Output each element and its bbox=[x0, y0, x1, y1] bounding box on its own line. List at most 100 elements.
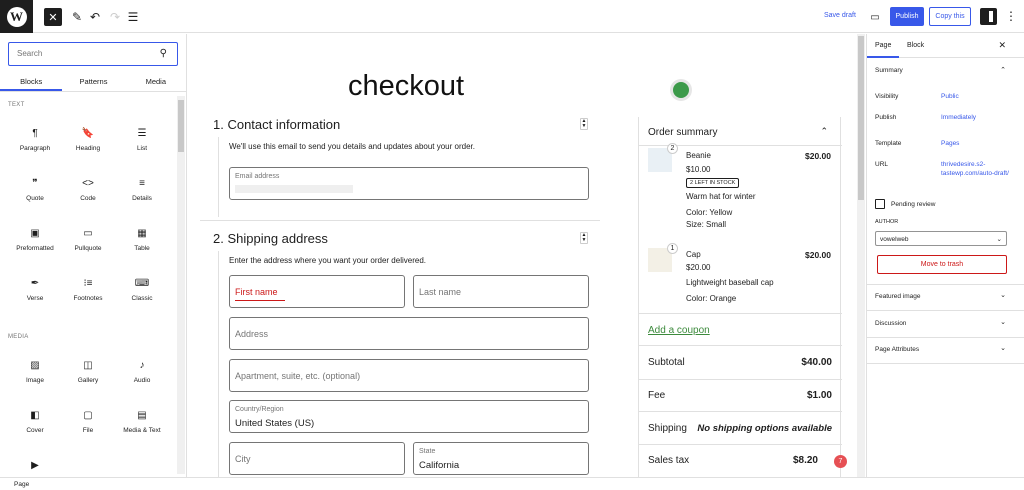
block-paragraph[interactable]: ¶ Paragraph bbox=[10, 128, 60, 152]
stock-badge: 2 LEFT IN STOCK bbox=[686, 178, 740, 188]
document-overview-button[interactable]: ☰ bbox=[124, 8, 142, 26]
apartment-field[interactable]: Apartment, suite, etc. (optional) bbox=[229, 359, 589, 392]
item-attribute: Size: Small bbox=[686, 220, 727, 229]
scrollbar-thumb[interactable] bbox=[178, 100, 184, 152]
sidebar-tabs: Page Block ✕ bbox=[866, 34, 1024, 58]
last-name-field[interactable]: Last name bbox=[413, 275, 589, 308]
list-icon: ☰ bbox=[137, 128, 147, 139]
chevron-up-icon[interactable]: ⌃ bbox=[1000, 66, 1006, 74]
discussion-panel[interactable]: Discussion bbox=[875, 320, 906, 327]
divider bbox=[867, 284, 1024, 285]
featured-image-panel[interactable]: Featured image bbox=[875, 293, 921, 300]
block-audio[interactable]: ♪ Audio bbox=[117, 360, 167, 384]
visibility-value[interactable]: Public bbox=[941, 92, 959, 101]
block-image[interactable]: ▨ Image bbox=[10, 360, 60, 384]
publish-date-value[interactable]: Immediately bbox=[941, 113, 976, 122]
tab-page[interactable]: Page bbox=[866, 42, 900, 58]
add-coupon-link[interactable]: Add a coupon bbox=[648, 325, 710, 336]
block-code[interactable]: <> Code bbox=[63, 178, 113, 202]
address-field[interactable]: Address bbox=[229, 317, 589, 350]
gallery-icon: ◫ bbox=[83, 360, 93, 371]
cover-icon: ◧ bbox=[30, 410, 40, 421]
block-label: Audio bbox=[133, 377, 151, 384]
divider bbox=[639, 444, 842, 445]
settings-sidebar: Page Block ✕ Summary ⌃ Visibility Public… bbox=[866, 34, 1024, 477]
preview-button[interactable]: ▭ bbox=[866, 8, 884, 26]
contact-move-icon[interactable]: ▲ ▼ bbox=[580, 118, 588, 130]
state-value: California bbox=[419, 460, 460, 471]
email-field[interactable]: Email address bbox=[229, 167, 589, 200]
contact-description: We'll use this email to send you details… bbox=[229, 142, 475, 151]
totals-row-sales-tax: Sales tax $8.20 bbox=[648, 455, 832, 466]
totals-value: $1.00 bbox=[806, 390, 832, 401]
chevron-down-icon[interactable]: ⌄ bbox=[1000, 344, 1006, 352]
totals-label: Shipping bbox=[648, 423, 687, 434]
block-heading[interactable]: 🔖 Heading bbox=[63, 128, 113, 152]
block-media-text[interactable]: ▤ Media & Text bbox=[117, 410, 167, 434]
country-label: Country/Region bbox=[235, 406, 284, 413]
search-placeholder: Search bbox=[17, 49, 43, 58]
url-value[interactable]: thrivedesire.s2-tastewp.com/auto-draft/ bbox=[941, 160, 1011, 178]
pending-review-checkbox[interactable] bbox=[875, 199, 885, 209]
save-draft-button[interactable]: Save draft bbox=[824, 12, 856, 19]
block-verse[interactable]: ✒ Verse bbox=[10, 278, 60, 302]
block-quote[interactable]: ❞ Quote bbox=[10, 178, 60, 202]
tab-media[interactable]: Media bbox=[125, 74, 187, 91]
block-footnotes[interactable]: ⁝≡ Footnotes bbox=[63, 278, 113, 302]
url-label: URL bbox=[875, 161, 889, 168]
copy-this-button[interactable]: Copy this bbox=[929, 7, 971, 26]
block-classic[interactable]: ⌨ Classic bbox=[117, 278, 167, 302]
move-to-trash-button[interactable]: Move to trash bbox=[877, 255, 1007, 274]
tab-blocks[interactable]: Blocks bbox=[0, 74, 63, 91]
city-placeholder: City bbox=[235, 454, 251, 464]
item-attribute: Color: Yellow bbox=[686, 208, 733, 217]
tab-block[interactable]: Block bbox=[907, 42, 924, 49]
chevron-up-icon[interactable]: ⌃ bbox=[820, 126, 828, 137]
city-field[interactable]: City bbox=[229, 442, 405, 475]
shipping-move-icon[interactable]: ▲ ▼ bbox=[580, 232, 588, 244]
block-table[interactable]: ▦ Table bbox=[117, 228, 167, 252]
options-more-icon[interactable]: ⋮ bbox=[1005, 10, 1017, 22]
canvas-scrollbar[interactable] bbox=[857, 34, 865, 477]
chevron-down-icon[interactable]: ⌄ bbox=[1000, 318, 1006, 326]
email-label: Email address bbox=[235, 173, 280, 180]
paragraph-icon: ¶ bbox=[32, 128, 38, 139]
summary-panel-title[interactable]: Summary bbox=[875, 67, 903, 74]
template-value[interactable]: Pages bbox=[941, 139, 959, 148]
inserter-scrollbar[interactable] bbox=[177, 96, 185, 474]
block-details[interactable]: ≡ Details bbox=[117, 178, 167, 202]
woocommerce-block-icon[interactable] bbox=[673, 82, 689, 98]
tab-patterns[interactable]: Patterns bbox=[62, 74, 124, 91]
settings-toggle-button[interactable] bbox=[980, 8, 997, 25]
block-file[interactable]: ▢ File bbox=[63, 410, 113, 434]
block-list[interactable]: ☰ List bbox=[117, 128, 167, 152]
block-search-input[interactable]: Search ⚲ bbox=[8, 42, 178, 66]
state-select[interactable]: State California bbox=[413, 442, 589, 475]
tools-pen-button[interactable]: ✎ bbox=[68, 8, 86, 26]
block-preformatted[interactable]: ▣ Preformatted bbox=[10, 228, 60, 252]
close-inserter-button[interactable]: ✕ bbox=[44, 8, 62, 26]
scrollbar-thumb[interactable] bbox=[858, 36, 864, 200]
pen-icon: ✎ bbox=[71, 10, 83, 24]
block-video[interactable]: ▶ bbox=[10, 460, 60, 477]
country-select[interactable]: Country/Region United States (US) bbox=[229, 400, 589, 433]
notification-badge[interactable]: 7 bbox=[834, 455, 847, 468]
publish-button[interactable]: Publish bbox=[890, 7, 924, 26]
block-gallery[interactable]: ◫ Gallery bbox=[63, 360, 113, 384]
author-select[interactable]: vowelweb ⌄ bbox=[875, 231, 1007, 246]
item-total: $20.00 bbox=[805, 151, 831, 161]
undo-button[interactable]: ↶ bbox=[86, 8, 104, 26]
wordpress-logo-button[interactable]: W bbox=[0, 0, 33, 33]
block-cover[interactable]: ◧ Cover bbox=[10, 410, 60, 434]
first-name-field[interactable]: First name bbox=[229, 275, 405, 308]
block-pullquote[interactable]: ▭ Pullquote bbox=[63, 228, 113, 252]
chevron-down-icon[interactable]: ⌄ bbox=[1000, 291, 1006, 299]
redo-button[interactable]: ↷ bbox=[106, 8, 124, 26]
page-attributes-panel[interactable]: Page Attributes bbox=[875, 346, 919, 353]
breadcrumb-page[interactable]: Page bbox=[14, 481, 29, 488]
page-title[interactable]: checkout bbox=[348, 70, 464, 103]
block-label: Pullquote bbox=[74, 245, 102, 252]
email-value-blur bbox=[235, 185, 353, 193]
close-icon[interactable]: ✕ bbox=[998, 40, 1006, 51]
block-label: Heading bbox=[75, 145, 101, 152]
